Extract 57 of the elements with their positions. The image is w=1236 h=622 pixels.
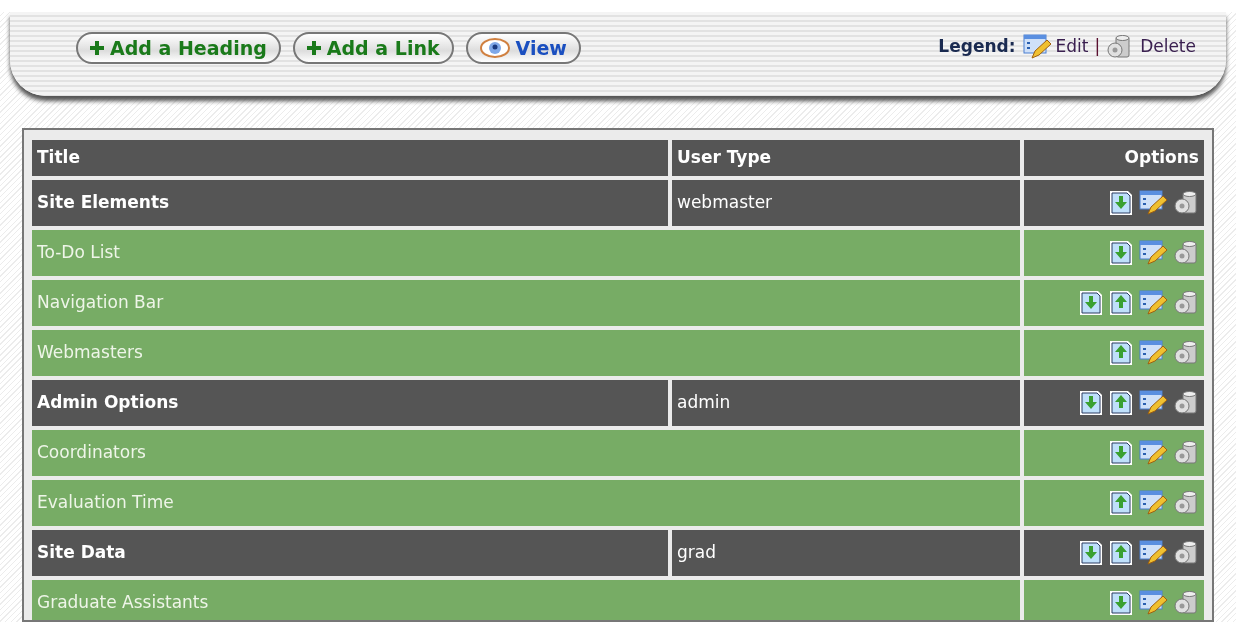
down-arrow-icon[interactable] <box>1079 540 1103 566</box>
up-arrow-icon[interactable] <box>1109 490 1133 516</box>
up-arrow-icon[interactable] <box>1109 390 1133 416</box>
table-cell: webmaster <box>672 180 1020 226</box>
table-cell: grad <box>672 530 1020 576</box>
delete-icon[interactable] <box>1173 590 1199 616</box>
plus-icon <box>306 41 321 55</box>
up-arrow-icon[interactable] <box>1109 540 1133 566</box>
down-arrow-icon[interactable] <box>1109 240 1133 266</box>
down-arrow-icon[interactable] <box>1079 290 1103 316</box>
link-cell: Coordinators <box>32 430 1020 476</box>
edit-icon[interactable] <box>1139 540 1167 566</box>
link-cell: Evaluation Time <box>32 480 1020 526</box>
delete-icon[interactable] <box>1173 190 1199 216</box>
heading-cell: Site Elements <box>32 180 668 226</box>
delete-icon <box>1106 34 1133 60</box>
edit-icon[interactable] <box>1139 340 1167 366</box>
add-button[interactable]: Add a Link <box>292 32 454 64</box>
up-arrow-icon[interactable] <box>1109 290 1133 316</box>
edit-icon[interactable] <box>1139 190 1167 216</box>
column-header: Options <box>1024 140 1204 176</box>
edit-icon[interactable] <box>1139 290 1167 316</box>
add-button[interactable]: Add a Heading <box>76 32 281 64</box>
delete-icon[interactable] <box>1173 240 1199 266</box>
down-arrow-icon[interactable] <box>1079 390 1103 416</box>
delete-icon[interactable] <box>1173 440 1199 466</box>
delete-icon[interactable] <box>1173 540 1199 566</box>
edit-icon[interactable] <box>1139 490 1167 516</box>
link-cell: To-Do List <box>32 230 1020 276</box>
edit-icon[interactable] <box>1139 590 1167 616</box>
down-arrow-icon[interactable] <box>1109 590 1133 616</box>
column-header: Title <box>32 140 668 176</box>
edit-icon[interactable] <box>1139 240 1167 266</box>
legend-label: Legend: <box>938 35 1016 59</box>
heading-cell: Admin Options <box>32 380 668 426</box>
link-cell: Graduate Assistants <box>32 580 1020 620</box>
down-arrow-icon[interactable] <box>1109 190 1133 216</box>
edit-icon[interactable] <box>1139 440 1167 466</box>
edit-icon <box>1023 34 1052 60</box>
eye-icon <box>479 38 510 58</box>
delete-icon[interactable] <box>1173 340 1199 366</box>
view-button[interactable]: View <box>465 32 581 64</box>
legend-text: Delete <box>1140 35 1196 59</box>
delete-icon[interactable] <box>1173 490 1199 516</box>
edit-icon[interactable] <box>1139 390 1167 416</box>
legend-text: Edit <box>1055 35 1089 59</box>
delete-icon[interactable] <box>1173 390 1199 416</box>
link-cell: Navigation Bar <box>32 280 1020 326</box>
up-arrow-icon[interactable] <box>1109 340 1133 366</box>
heading-cell: Site Data <box>32 530 668 576</box>
table-cell: admin <box>672 380 1020 426</box>
delete-icon[interactable] <box>1173 290 1199 316</box>
plus-icon <box>90 41 104 55</box>
link-cell: Webmasters <box>32 330 1020 376</box>
column-header: User Type <box>672 140 1020 176</box>
legend-separator: | <box>1094 35 1101 59</box>
down-arrow-icon[interactable] <box>1109 440 1133 466</box>
